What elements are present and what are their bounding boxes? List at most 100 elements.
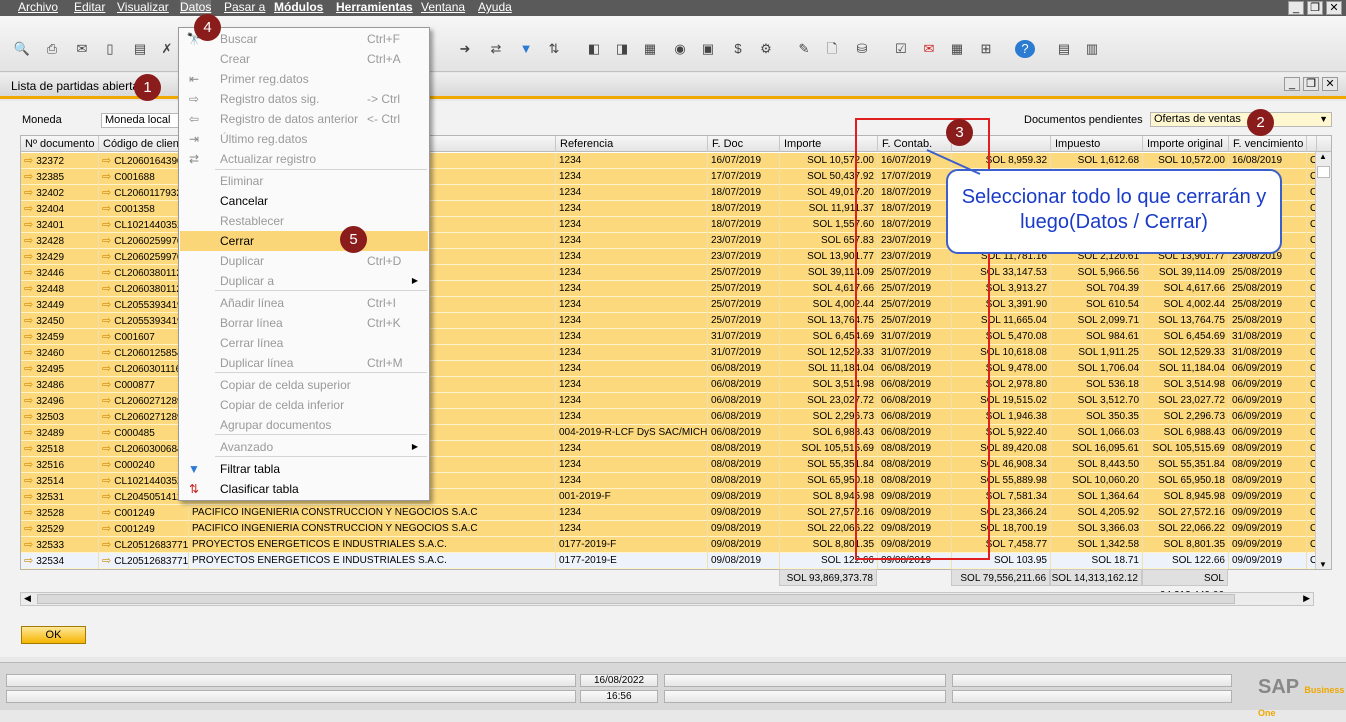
cell-tax[interactable]: SOL 1,612.68 (1051, 153, 1143, 169)
cell-ref[interactable]: 1234 (556, 217, 708, 233)
cell-cust[interactable]: ⇨ C001249 (99, 505, 189, 521)
cell-fdoc[interactable]: 06/08/2019 (708, 425, 780, 441)
excel-icon[interactable]: ✗ (157, 40, 177, 58)
cell-tax[interactable]: SOL 1,364.64 (1051, 489, 1143, 505)
cell-fdoc[interactable]: 31/07/2019 (708, 329, 780, 345)
database-icon[interactable]: ⛁ (852, 40, 872, 58)
cell-doc[interactable]: ⇨ 32489 (21, 425, 99, 441)
col-header-impuesto[interactable]: Impuesto (1051, 136, 1143, 152)
cell-fdoc[interactable]: 09/08/2019 (708, 505, 780, 521)
org-chart-icon[interactable]: ⊞ (976, 40, 996, 58)
scroll-left-icon[interactable]: ◀ (24, 593, 31, 604)
cell-fdoc[interactable]: 09/08/2019 (708, 537, 780, 553)
target-document-icon[interactable]: ◨ (612, 40, 632, 58)
menu-herramientas[interactable]: Herramientas (336, 0, 413, 14)
link-arrow-icon[interactable]: ⇨ (24, 411, 33, 423)
cell-fdoc[interactable]: 17/07/2019 (708, 169, 780, 185)
link-arrow-icon[interactable]: ⇨ (24, 171, 33, 183)
link-arrow-icon[interactable]: ⇨ (24, 235, 33, 247)
new-document-icon[interactable]: 🗋 (822, 40, 842, 58)
menu-item-cerrar[interactable]: Cerrar (180, 231, 428, 251)
cell-fdoc[interactable]: 25/07/2019 (708, 265, 780, 281)
cell-orig[interactable]: SOL 13,764.75 (1143, 313, 1229, 329)
cell-doc[interactable]: ⇨ 32460 (21, 345, 99, 361)
link-arrow-icon[interactable]: ⇨ (24, 395, 33, 407)
cell-orig[interactable]: SOL 4,002.44 (1143, 297, 1229, 313)
edit-icon[interactable]: ✎ (794, 40, 814, 58)
cell-fdoc[interactable]: 31/07/2019 (708, 345, 780, 361)
link-arrow-icon[interactable]: ⇨ (24, 475, 33, 487)
menu-item-clasificar-tabla[interactable]: ⇅ Clasificar tabla (180, 479, 428, 499)
cell-cust[interactable]: ⇨ CL2060259970 (99, 233, 189, 249)
cell-orig[interactable]: SOL 23,027.72 (1143, 393, 1229, 409)
cell-fvenc[interactable]: 31/08/2019 (1229, 329, 1307, 345)
cell-cust[interactable]: ⇨ CL1021440352 (99, 217, 189, 233)
link-arrow-icon[interactable]: ⇨ (102, 347, 111, 359)
link-arrow-icon[interactable]: ⇨ (24, 539, 33, 551)
cell-orig[interactable]: SOL 2,296.73 (1143, 409, 1229, 425)
table-row[interactable]: ⇨ 32534 ⇨ CL20512683771 PROYECTOS ENERGETICO… (21, 553, 1317, 569)
cell-orig[interactable]: SOL 27,572.16 (1143, 505, 1229, 521)
link-arrow-icon[interactable]: ⇨ (102, 443, 111, 455)
cell-doc[interactable]: ⇨ 32534 (21, 553, 99, 569)
cell-tax[interactable]: SOL 18.71 (1051, 553, 1143, 569)
cell-orig[interactable]: SOL 105,515.69 (1143, 441, 1229, 457)
cell-tax[interactable]: SOL 1,066.03 (1051, 425, 1143, 441)
app-minimize-button[interactable]: _ (1288, 1, 1304, 15)
cell-ref[interactable]: 0177-2019-E (556, 553, 708, 569)
cell-ref[interactable]: 1234 (556, 249, 708, 265)
cell-fdoc[interactable]: 25/07/2019 (708, 313, 780, 329)
cell-cust[interactable]: ⇨ CL2055393419 (99, 313, 189, 329)
link-arrow-icon[interactable]: ⇨ (102, 283, 111, 295)
table-row[interactable]: ⇨ 32529 ⇨ C001249 PACIFICO INGENIERIA CONSTR… (21, 521, 1317, 537)
cell-cust[interactable]: ⇨ CL2060380112 (99, 281, 189, 297)
cell-fvenc[interactable]: 06/09/2019 (1229, 393, 1307, 409)
filter-icon[interactable]: ▼ (516, 40, 536, 58)
cell-doc[interactable]: ⇨ 32514 (21, 473, 99, 489)
scroll-thumb[interactable] (1317, 166, 1330, 178)
cell-cust[interactable]: ⇨ CL1021440352 (99, 473, 189, 489)
cell-cust[interactable]: ⇨ CL2060271289 (99, 393, 189, 409)
cell-tax[interactable]: SOL 984.61 (1051, 329, 1143, 345)
cell-fdoc[interactable]: 06/08/2019 (708, 377, 780, 393)
hscroll-thumb[interactable] (37, 594, 1235, 604)
refresh-icon[interactable]: ⇄ (486, 40, 506, 58)
cell-doc[interactable]: ⇨ 32449 (21, 297, 99, 313)
cell-ref[interactable]: 1234 (556, 377, 708, 393)
link-arrow-icon[interactable]: ⇨ (24, 331, 33, 343)
cell-fdoc[interactable]: 09/08/2019 (708, 489, 780, 505)
menu-editar[interactable]: Editar (74, 0, 105, 14)
cell-doc[interactable]: ⇨ 32429 (21, 249, 99, 265)
menu-ventana[interactable]: Ventana (421, 0, 465, 14)
cell-name[interactable]: PROYECTOS ENERGETICOS E INDUSTRIALES S.A… (189, 553, 556, 569)
cell-ref[interactable]: 1234 (556, 329, 708, 345)
form-settings-icon[interactable]: ▤ (1054, 40, 1074, 58)
cell-orig[interactable]: SOL 65,950.18 (1143, 473, 1229, 489)
sms-icon[interactable]: ▯ (100, 40, 120, 58)
cell-cust[interactable]: ⇨ C000877 (99, 377, 189, 393)
link-arrow-icon[interactable]: ⇨ (102, 187, 111, 199)
cell-orig[interactable]: SOL 8,801.35 (1143, 537, 1229, 553)
cell-ref[interactable]: 1234 (556, 201, 708, 217)
cell-cust[interactable]: ⇨ C001358 (99, 201, 189, 217)
cell-ref[interactable]: 1234 (556, 281, 708, 297)
cell-fdoc[interactable]: 08/08/2019 (708, 457, 780, 473)
settings-icon[interactable]: ⚙ (756, 40, 776, 58)
menu-visualizar[interactable]: Visualizar (117, 0, 169, 14)
moneda-field[interactable]: Moneda local (101, 113, 181, 128)
cell-fvenc[interactable]: 09/09/2019 (1229, 521, 1307, 537)
layout-icon[interactable]: ▥ (1082, 40, 1102, 58)
link-arrow-icon[interactable]: ⇨ (102, 299, 111, 311)
table-row[interactable]: ⇨ 32528 ⇨ C001249 PACIFICO INGENIERIA CONSTR… (21, 505, 1317, 521)
col-header-extra[interactable] (1307, 136, 1317, 152)
app-restore-button[interactable]: ❐ (1307, 1, 1323, 15)
ok-button[interactable]: OK (21, 626, 86, 644)
horizontal-scrollbar[interactable]: ◀ ▶ (20, 592, 1314, 606)
link-arrow-icon[interactable]: ⇨ (102, 251, 111, 263)
cell-cust[interactable]: ⇨ CL20512683771 (99, 537, 189, 553)
scroll-up-icon[interactable]: ▲ (1319, 152, 1327, 161)
menu-item-filtrar-tabla[interactable]: ▼ Filtrar tabla (180, 459, 428, 479)
cell-orig[interactable]: SOL 11,184.04 (1143, 361, 1229, 377)
volume-weight-icon[interactable]: ▣ (698, 40, 718, 58)
cell-tax[interactable]: SOL 5,966.56 (1051, 265, 1143, 281)
